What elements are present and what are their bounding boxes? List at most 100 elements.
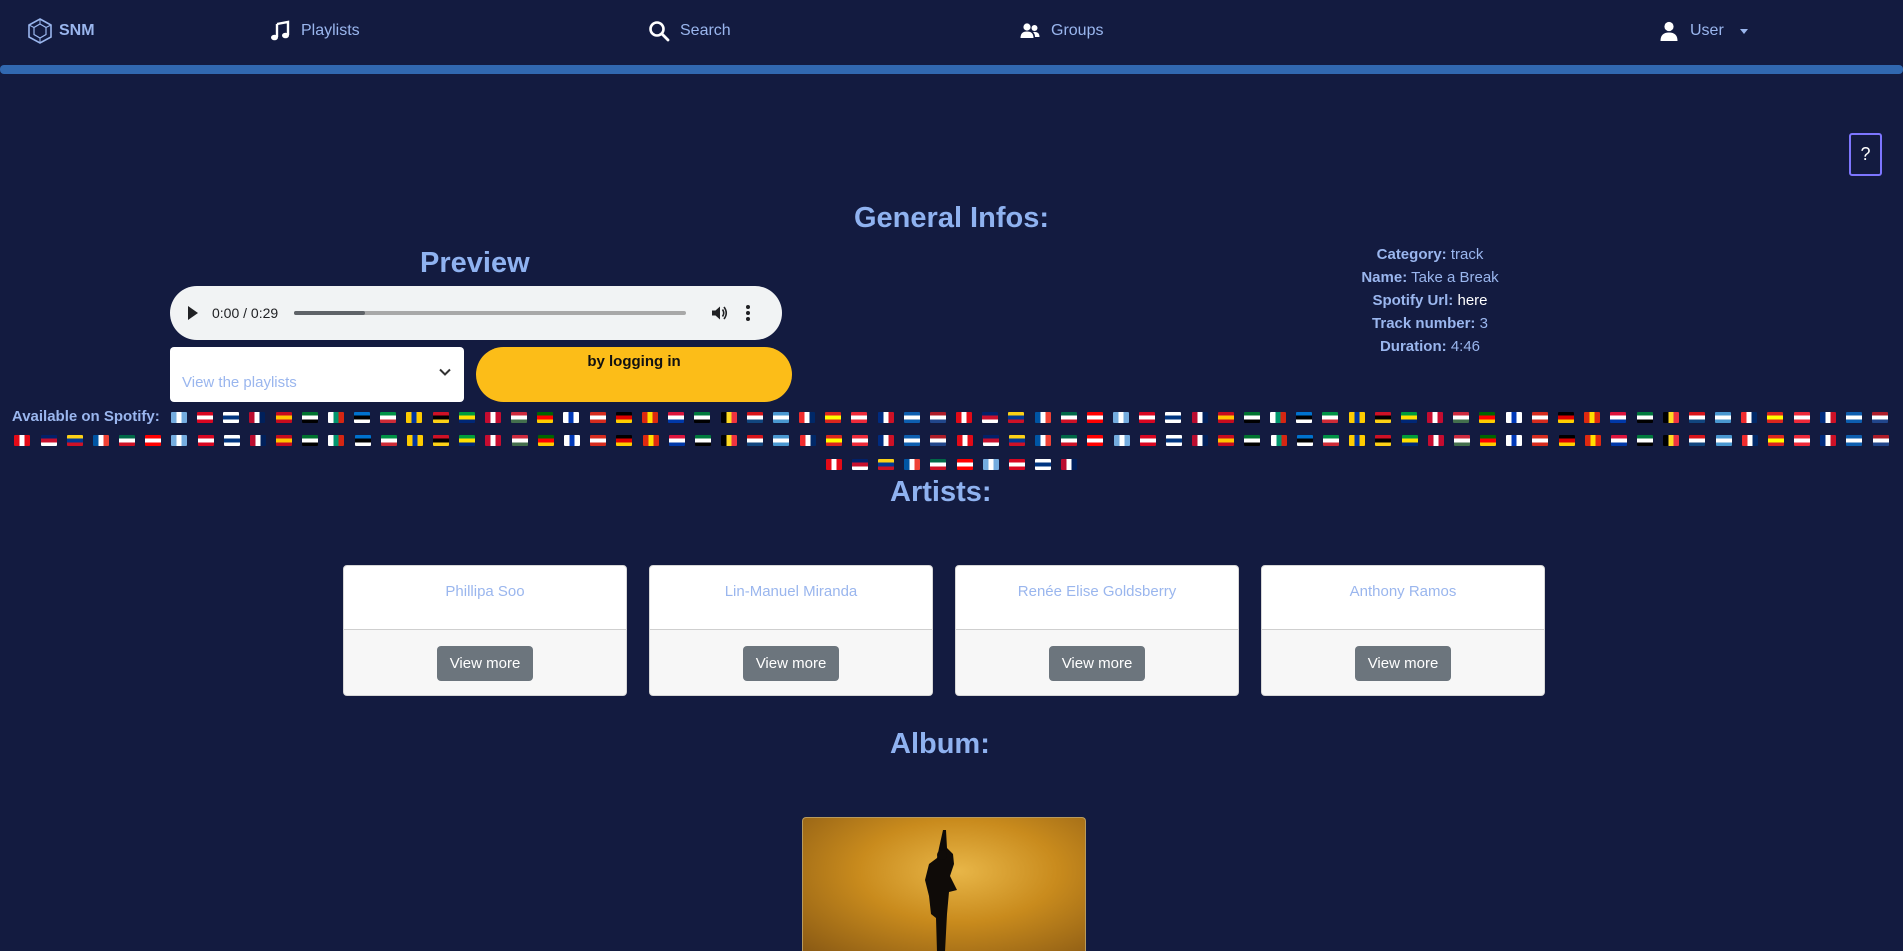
country-flag-icon (1087, 435, 1104, 447)
country-flag-icon (1165, 411, 1182, 423)
playlist-select[interactable]: View the playlists (170, 347, 464, 402)
country-flag-icon (1794, 435, 1811, 447)
country-flag-icon (668, 435, 685, 447)
nav-search[interactable]: Search (648, 20, 731, 42)
country-flag-icon (1191, 411, 1208, 423)
country-flag-icon (616, 435, 633, 447)
country-flag-icon (458, 411, 475, 423)
country-flag-icon (1060, 411, 1077, 423)
country-flag-icon (1113, 435, 1130, 447)
country-flag-icon (1008, 458, 1025, 470)
country-flag-icon (1662, 411, 1679, 423)
nav-search-label: Search (680, 22, 731, 39)
brand-name: SNM (59, 22, 95, 39)
country-flag-icon (354, 435, 371, 447)
brand-link[interactable]: SNM (27, 17, 95, 45)
country-flag-icon (877, 411, 894, 423)
country-flag-icon (1217, 411, 1234, 423)
country-flag-icon (641, 411, 658, 423)
cube-logo-icon (28, 18, 52, 44)
users-icon (1020, 23, 1040, 38)
country-flag-icon (223, 411, 240, 423)
info-name-label: Name: (1361, 269, 1408, 286)
country-flag-icon (1375, 435, 1392, 447)
audio-player: 0:00 / 0:29 (170, 286, 782, 340)
country-flag-icon (825, 435, 842, 447)
playlist-select-placeholder: View the playlists (182, 374, 297, 391)
country-flag-icon (563, 411, 580, 423)
country-flag-icon (1532, 435, 1549, 447)
country-flag-icon (903, 411, 920, 423)
country-flag-icon (223, 435, 240, 447)
country-flag-icon (171, 435, 188, 447)
country-flag-icon (1244, 435, 1261, 447)
country-flag-icon (851, 411, 868, 423)
country-flag-icon (1689, 435, 1706, 447)
country-flag-icon (275, 411, 292, 423)
country-flag-icon (145, 435, 162, 447)
country-flag-icon (956, 435, 973, 447)
help-button[interactable]: ? (1849, 133, 1882, 176)
country-flag-icon (1008, 411, 1025, 423)
album-cover-image[interactable] (802, 817, 1086, 951)
country-flag-icon (746, 411, 763, 423)
country-flag-icon (1192, 435, 1209, 447)
country-flag-icon (982, 435, 999, 447)
country-flag-icon (1637, 435, 1654, 447)
info-track-value: 3 (1479, 315, 1488, 332)
artist-name: Phillipa Soo (344, 566, 626, 630)
country-flag-icon (982, 411, 999, 423)
country-flag-icon (1819, 411, 1836, 423)
nav-groups[interactable]: Groups (1019, 20, 1103, 42)
country-flag-icon (1270, 435, 1287, 447)
artist-card-footer: View more (344, 630, 626, 695)
country-flag-icon (851, 435, 868, 447)
country-flag-icon (1113, 411, 1130, 423)
country-flag-icon (301, 411, 318, 423)
country-flag-icon (276, 435, 293, 447)
general-infos-heading: General Infos: (854, 202, 1049, 234)
caret-down-icon (1739, 28, 1748, 34)
country-flag-icon (1505, 411, 1522, 423)
country-flag-icon (1322, 411, 1339, 423)
artist-card: Renée Elise Goldsberry View more (955, 565, 1239, 696)
country-flag-icon (1767, 411, 1784, 423)
country-flag-icon (380, 435, 397, 447)
artist-name: Lin-Manuel Miranda (650, 566, 932, 630)
artist-name: Renée Elise Goldsberry (956, 566, 1238, 630)
preview-heading: Preview (420, 247, 530, 279)
audio-progress-slider[interactable] (294, 311, 687, 315)
country-flag-icon (1086, 411, 1103, 423)
play-icon[interactable] (188, 306, 198, 320)
country-flag-icon (1741, 435, 1758, 447)
country-flag-icon (1741, 411, 1758, 423)
country-flag-icon (92, 435, 109, 447)
more-options-icon[interactable] (746, 305, 751, 321)
country-flag-icon (1872, 411, 1889, 423)
country-flag-icon (1584, 435, 1601, 447)
country-flag-icon (1296, 435, 1313, 447)
volume-icon[interactable] (710, 304, 728, 322)
audio-progress-fill (294, 311, 365, 315)
nav-user-dropdown[interactable]: User (1658, 20, 1748, 42)
audio-time: 0:00 / 0:29 (212, 305, 279, 321)
country-flag-icon (1558, 411, 1574, 423)
spotify-link[interactable]: here (1457, 292, 1487, 309)
country-flag-icon (1846, 435, 1863, 447)
login-button[interactable]: by logging in (476, 347, 792, 402)
view-more-button[interactable]: View more (1048, 645, 1146, 681)
artist-card: Anthony Ramos View more (1261, 565, 1545, 696)
artist-name: Anthony Ramos (1262, 566, 1544, 630)
country-flag-icon (956, 458, 973, 470)
country-flag-icon (1243, 411, 1260, 423)
country-flag-icon (1296, 411, 1313, 423)
country-flag-icon (406, 411, 423, 423)
country-flag-icon (1453, 411, 1470, 423)
artist-card: Lin-Manuel Miranda View more (649, 565, 933, 696)
view-more-button[interactable]: View more (1354, 645, 1452, 681)
nav-playlists[interactable]: Playlists (269, 20, 360, 42)
country-flag-icon (302, 435, 319, 447)
view-more-button[interactable]: View more (742, 645, 840, 681)
view-more-button[interactable]: View more (436, 645, 534, 681)
country-flag-icon (459, 435, 476, 447)
